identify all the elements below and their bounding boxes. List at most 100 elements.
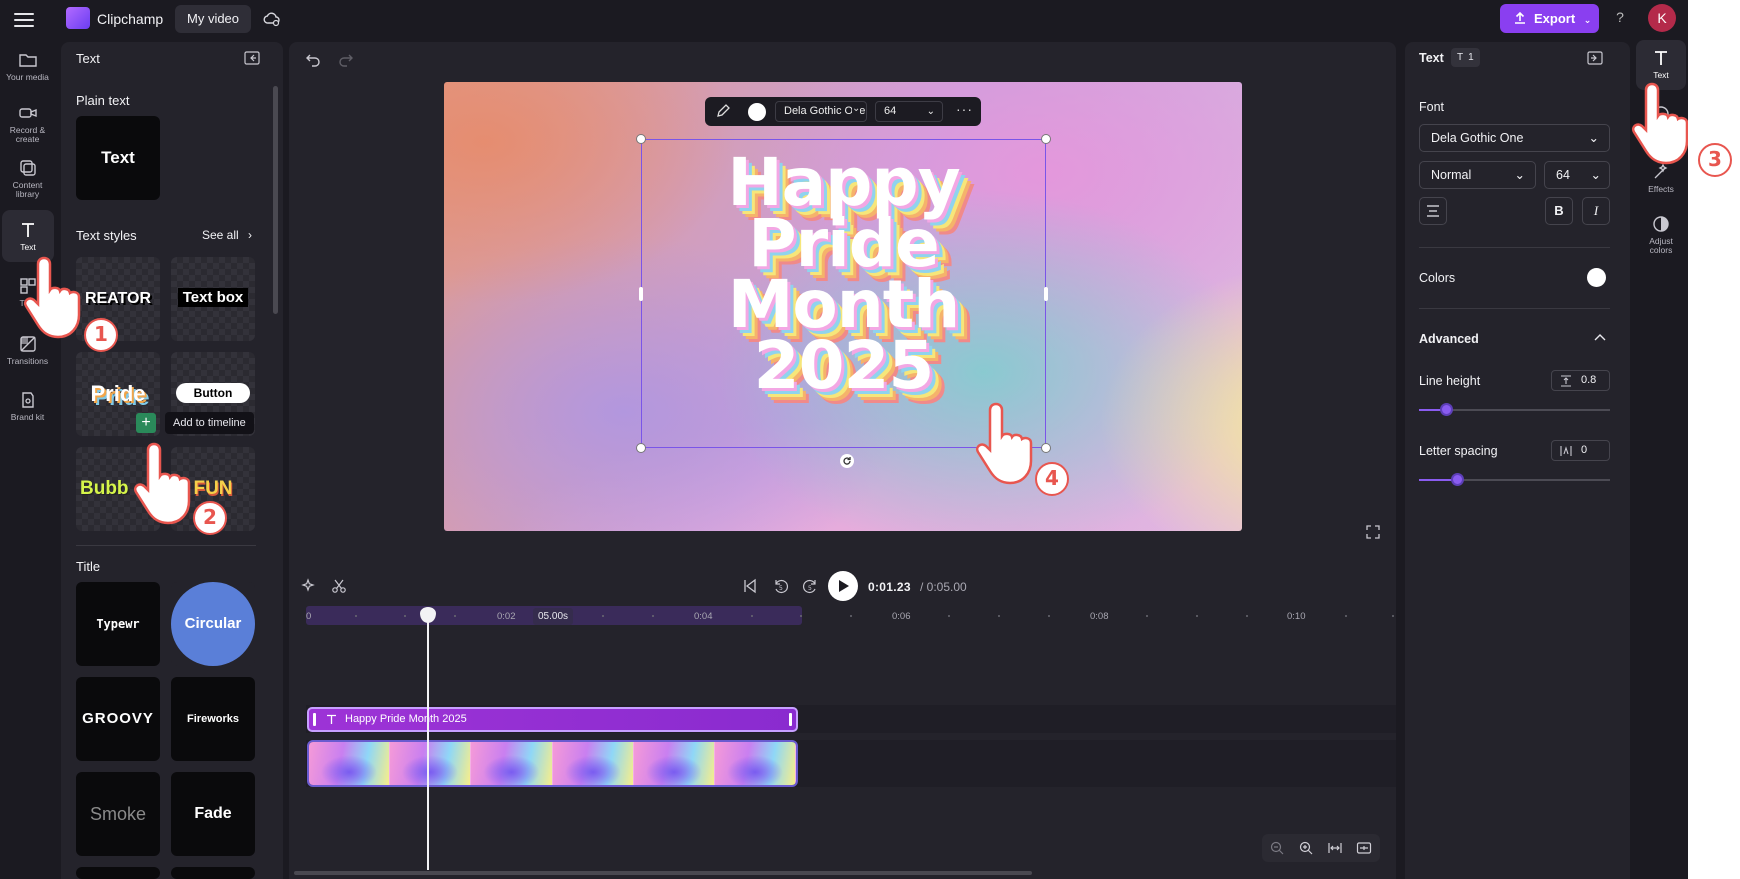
divider [1419,308,1610,309]
title-tile[interactable] [171,867,255,879]
fullscreen-icon[interactable] [1365,524,1381,540]
timeline-horizontal-scrollbar[interactable] [294,871,1032,875]
clip-trim-handle-right[interactable] [789,713,792,726]
align-center-icon [1427,205,1439,217]
duration-tooltip: 05.00s [533,608,574,625]
clip-thumbnail [633,742,715,785]
text-clip[interactable]: Happy Pride Month 2025 [307,707,798,732]
title-tile-circular[interactable]: Circular [171,582,255,666]
rotate-icon[interactable] [839,453,855,469]
resize-handle[interactable] [636,443,646,453]
tick-dot [751,615,753,617]
text-styles-heading: Text styles [76,228,137,243]
clip-trim-handle-left[interactable] [313,713,316,726]
magic-sparkle-icon[interactable] [301,578,317,594]
plain-text-tile[interactable]: Text [76,116,160,200]
see-all-link[interactable]: See all › [202,228,252,242]
collapse-properties-icon[interactable] [1587,51,1603,65]
title-heading: Title [76,559,101,574]
tick-dot [1345,615,1347,617]
tick-dot [800,615,802,617]
more-options-icon[interactable]: ··· [956,101,973,117]
export-button[interactable]: Export ⌄ [1500,4,1599,33]
style-tile-text-box[interactable]: Text box [171,257,255,341]
tile-label: Fireworks [187,713,239,725]
toolbar-size-select[interactable]: 64 ⌄ [875,101,943,122]
tick-label: 0:02 [497,611,516,622]
panel-scrollbar[interactable] [273,86,278,314]
collapse-panel-icon[interactable] [244,51,260,65]
line-height-value: 0.8 [1581,374,1597,386]
expand-tracks-icon[interactable] [1356,840,1372,856]
tick-label: 0 [306,611,312,622]
tick-dot [948,615,950,617]
redo-icon[interactable] [338,51,354,67]
video-clip[interactable] [307,740,798,787]
tick-dot [1246,615,1248,617]
italic-button[interactable]: I [1582,197,1610,225]
title-tile-groovy[interactable]: GROOVY [76,677,160,761]
project-name-button[interactable]: My video [175,5,252,33]
nav-your-media[interactable]: Your media [0,50,55,84]
side-handle[interactable] [1044,287,1048,301]
zoom-in-icon[interactable] [1298,840,1314,856]
zoom-out-icon[interactable] [1269,840,1285,856]
upload-icon [1515,11,1525,24]
text-icon [1655,51,1667,65]
hamburger-menu-icon[interactable] [14,9,34,29]
nav-content-library[interactable]: Content library [0,158,55,199]
line-height-icon [1561,375,1571,387]
align-button[interactable] [1419,197,1447,225]
chevron-up-icon[interactable] [1594,332,1606,342]
text-color-picker[interactable] [1587,268,1606,287]
folder-icon [18,54,37,67]
add-to-timeline-button[interactable]: + [136,413,156,433]
cloud-sync-icon[interactable] [263,10,281,28]
nav-brand-kit[interactable]: Brand kit [0,390,55,424]
forward-5-icon[interactable]: 5 [802,578,819,595]
letter-spacing-slider[interactable] [1451,473,1464,486]
title-tile-fade[interactable]: Fade [171,772,255,856]
font-size-select[interactable]: 64 ⌄ [1544,161,1610,189]
clip-label: Happy Pride Month 2025 [345,713,467,725]
resize-handle[interactable] [636,134,646,144]
rewind-5-icon[interactable]: 5 [772,578,789,595]
font-select[interactable]: Dela Gothic One ⌄ [1419,124,1610,152]
line-height-slider[interactable] [1440,403,1453,416]
chevron-down-icon: ⌄ [1514,168,1525,182]
app-name: Clipchamp [97,11,164,27]
chevron-down-icon: ⌄ [1590,168,1601,182]
side-handle[interactable] [639,287,643,301]
font-value: Dela Gothic One [1431,131,1524,145]
title-tile[interactable] [76,867,160,879]
rail-adjust-colors[interactable]: Adjust colors [1636,214,1686,256]
resize-handle[interactable] [1041,134,1051,144]
tick-dot [1048,615,1050,617]
undo-icon[interactable] [305,51,321,67]
edit-pencil-icon[interactable] [715,103,731,119]
avatar[interactable]: K [1648,4,1676,32]
title-tile-smoke[interactable]: Smoke [76,772,160,856]
divider [76,545,256,546]
skip-back-icon[interactable] [742,578,758,594]
letter-spacing-input[interactable]: 0 [1551,440,1610,461]
play-button[interactable] [828,571,858,601]
nav-label: Your media [6,72,49,82]
playhead[interactable] [427,608,429,870]
font-weight-select[interactable]: Normal ⌄ [1419,161,1536,189]
text-color-swatch[interactable] [748,103,766,121]
bold-button[interactable]: B [1545,197,1573,225]
line-height-input[interactable]: 0.8 [1551,370,1610,391]
title-tile-typewriter[interactable]: Typewr [76,582,160,666]
help-button[interactable]: ? [1610,9,1630,29]
tile-label: GROOVY [82,710,154,727]
scissors-icon[interactable] [331,578,347,594]
step-badge: 3 [1698,143,1732,177]
nav-label: Text [20,242,36,252]
title-tile-fireworks[interactable]: Fireworks [171,677,255,761]
nav-record-create[interactable]: Record & create [0,103,55,144]
rail-effects[interactable]: Effects [1636,162,1686,196]
see-all-label: See all [202,228,239,242]
tick-label: 0:10 [1287,611,1306,622]
fit-timeline-icon[interactable] [1327,840,1343,856]
